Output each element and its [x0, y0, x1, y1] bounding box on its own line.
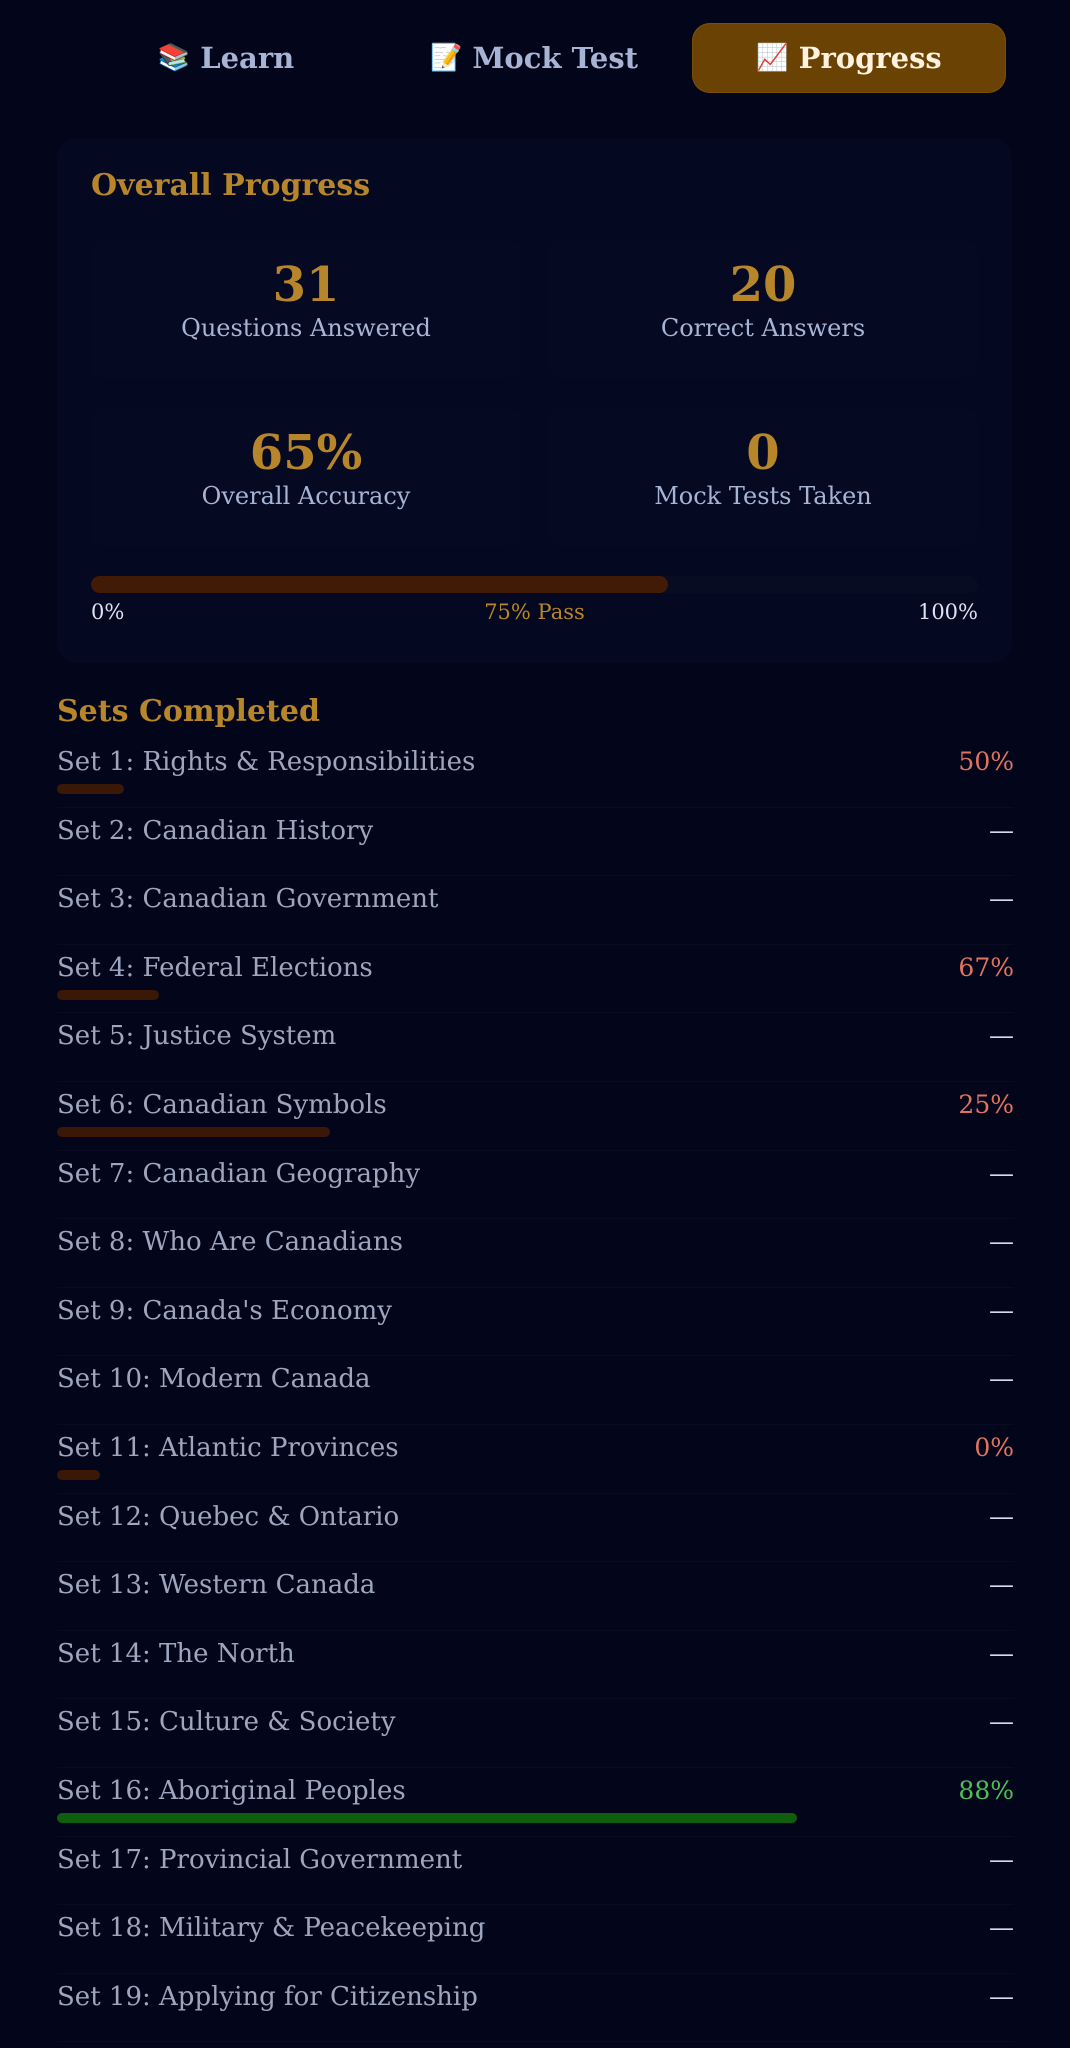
- tab-mock-test-label: Mock Test: [472, 41, 639, 75]
- set-score: —: [989, 1844, 1014, 1874]
- set-score: 88%: [958, 1775, 1014, 1805]
- set-name: Set 10: Modern Canada: [57, 1364, 371, 1395]
- stat-label: Correct Answers: [660, 314, 866, 342]
- set-name: Set 9: Canada's Economy: [57, 1295, 392, 1326]
- stat-value: 0: [746, 425, 780, 481]
- set-name: Set 3: Canadian Government: [57, 884, 439, 915]
- set-name: Set 18: Military & Peacekeeping: [57, 1913, 486, 1944]
- bar-label-pass-mark: 75% Pass: [484, 600, 585, 624]
- memo-icon: 📝: [429, 43, 463, 73]
- stat-value: 65%: [249, 425, 363, 481]
- stat-label: Questions Answered: [181, 314, 431, 342]
- set-name: Set 4: Federal Elections: [57, 952, 373, 983]
- set-score: —: [989, 1707, 1014, 1737]
- overall-progress-title: Overall Progress: [91, 168, 371, 203]
- set-score: —: [989, 884, 1014, 914]
- set-row[interactable]: Set 16: Aboriginal Peoples 88%: [57, 1768, 1014, 1837]
- set-progress-bar: [57, 784, 124, 794]
- set-row[interactable]: Set 11: Atlantic Provinces 0%: [57, 1425, 1014, 1494]
- set-name: Set 13: Western Canada: [57, 1570, 376, 1601]
- set-name: Set 1: Rights & Responsibilities: [57, 747, 476, 777]
- set-row[interactable]: Set 3: Canadian Government —: [57, 876, 1014, 945]
- chart-increasing-icon: 📈: [756, 43, 789, 73]
- set-row[interactable]: Set 10: Modern Canada —: [57, 1356, 1014, 1425]
- set-row[interactable]: Set 17: Provincial Government —: [57, 1837, 1014, 1906]
- tab-progress-label: Progress: [798, 41, 942, 75]
- set-name: Set 17: Provincial Government: [57, 1844, 463, 1875]
- set-name: Set 7: Canadian Geography: [57, 1158, 421, 1189]
- set-score: —: [989, 1158, 1014, 1188]
- set-row[interactable]: Set 15: Culture & Society —: [57, 1699, 1014, 1768]
- set-score: —: [989, 1227, 1014, 1257]
- set-score: 67%: [958, 952, 1014, 982]
- progress-bar-labels: 0% 75% Pass 100%: [91, 600, 978, 630]
- set-score: —: [989, 1364, 1014, 1394]
- set-name: Set 16: Aboriginal Peoples: [57, 1775, 406, 1806]
- set-score: —: [989, 1021, 1014, 1051]
- sets-completed-title: Sets Completed: [57, 694, 320, 729]
- stat-questions-answered: 31 Questions Answered: [91, 240, 521, 378]
- set-row[interactable]: Set 14: The North —: [57, 1631, 1014, 1700]
- stat-value: 20: [729, 257, 797, 313]
- stat-label: Mock Tests Taken: [654, 482, 872, 510]
- set-list: Set 1: Rights & Responsibilities 50% Set 2…: [57, 739, 1014, 2043]
- set-name: Set 2: Canadian History: [57, 815, 374, 846]
- tab-mock-test[interactable]: 📝 Mock Test: [376, 23, 692, 93]
- set-score: —: [989, 1570, 1014, 1600]
- set-score: 50%: [958, 747, 1014, 776]
- set-row[interactable]: Set 4: Federal Elections 67%: [57, 945, 1014, 1014]
- set-row[interactable]: Set 7: Canadian Geography —: [57, 1151, 1014, 1220]
- set-row[interactable]: Set 13: Western Canada —: [57, 1562, 1014, 1631]
- set-name: Set 19: Applying for Citizenship: [57, 1981, 478, 2012]
- set-score: —: [989, 1981, 1014, 2011]
- set-row[interactable]: Set 19: Applying for Citizenship —: [57, 1974, 1014, 2043]
- set-score: —: [989, 1501, 1014, 1531]
- set-name: Set 15: Culture & Society: [57, 1707, 396, 1738]
- set-row[interactable]: Set 9: Canada's Economy —: [57, 1288, 1014, 1357]
- set-progress-bar: [57, 989, 159, 1000]
- set-score: —: [989, 1638, 1014, 1668]
- set-name: Set 5: Justice System: [57, 1021, 337, 1052]
- set-row[interactable]: Set 1: Rights & Responsibilities 50%: [57, 739, 1014, 808]
- stat-overall-accuracy: 65% Overall Accuracy: [91, 408, 521, 546]
- set-name: Set 14: The North: [57, 1638, 295, 1669]
- overall-progress-card: Overall Progress 31 Questions Answered 2…: [57, 138, 1012, 663]
- set-score: 25%: [958, 1089, 1014, 1119]
- set-row[interactable]: Set 18: Military & Peacekeeping —: [57, 1905, 1014, 1974]
- sets-completed-section: Sets Completed Set 1: Rights & Responsib…: [57, 694, 1014, 2043]
- stat-mock-tests-taken: 0 Mock Tests Taken: [548, 408, 978, 546]
- tab-learn-label: Learn: [200, 41, 295, 75]
- stat-label: Overall Accuracy: [201, 482, 411, 510]
- set-name: Set 6: Canadian Symbols: [57, 1089, 387, 1120]
- overall-progress-bar: [91, 576, 978, 593]
- tab-progress[interactable]: 📈 Progress: [692, 23, 1006, 93]
- set-name: Set 12: Quebec & Ontario: [57, 1501, 400, 1532]
- set-row[interactable]: Set 2: Canadian History —: [57, 808, 1014, 877]
- set-score: —: [989, 815, 1014, 845]
- tab-bar: 📚 Learn 📝 Mock Test 📈 Progress: [76, 22, 1006, 94]
- set-name: Set 8: Who Are Canadians: [57, 1227, 403, 1258]
- set-progress-bar: [57, 1126, 330, 1137]
- bar-label-end: 100%: [917, 600, 978, 624]
- set-score: 0%: [974, 1432, 1014, 1462]
- set-score: —: [989, 1295, 1014, 1325]
- set-row[interactable]: Set 5: Justice System —: [57, 1013, 1014, 1082]
- overall-progress-fill: [91, 576, 668, 593]
- stat-value: 31: [272, 257, 340, 313]
- progress-page: 📚 Learn 📝 Mock Test 📈 Progress Overall P…: [0, 0, 1070, 2048]
- stat-correct-answers: 20 Correct Answers: [548, 240, 978, 378]
- set-progress-bar: [57, 1812, 797, 1823]
- set-name: Set 11: Atlantic Provinces: [57, 1432, 399, 1463]
- set-progress-bar: [57, 1469, 100, 1480]
- bar-label-start: 0%: [91, 600, 125, 624]
- set-row[interactable]: Set 12: Quebec & Ontario —: [57, 1494, 1014, 1563]
- tab-learn[interactable]: 📚 Learn: [76, 23, 376, 93]
- set-row[interactable]: Set 6: Canadian Symbols 25%: [57, 1082, 1014, 1151]
- set-score: —: [989, 1913, 1014, 1943]
- books-icon: 📚: [157, 43, 191, 73]
- set-row[interactable]: Set 8: Who Are Canadians —: [57, 1219, 1014, 1288]
